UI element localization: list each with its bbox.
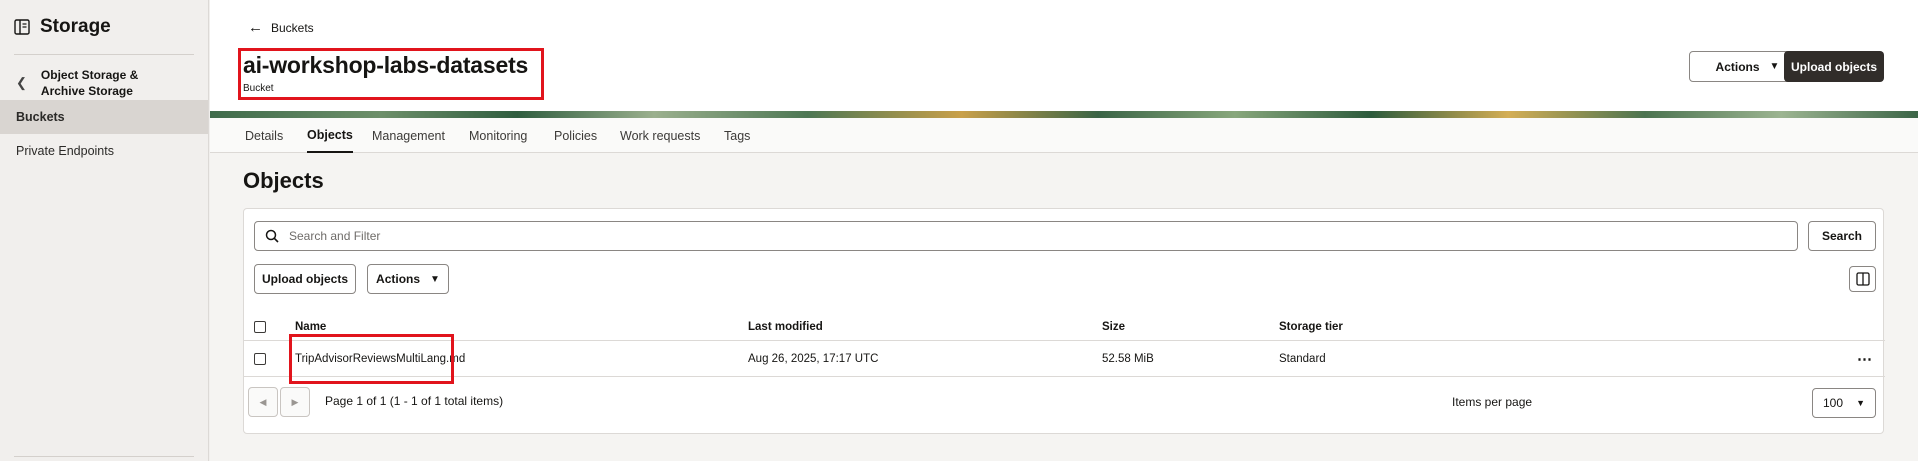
tab-policies[interactable]: Policies <box>554 118 597 153</box>
search-input[interactable]: Search and Filter <box>254 221 1798 251</box>
divider <box>14 54 194 55</box>
select-all-checkbox[interactable] <box>254 320 266 333</box>
search-button[interactable]: Search <box>1808 221 1876 251</box>
sidebar-back-link[interactable]: ❮ Object Storage & Archive Storage <box>16 67 181 99</box>
chevron-down-icon: ▼ <box>1856 398 1865 408</box>
objects-content: Objects Search and Filter Search Upload … <box>210 153 1918 461</box>
object-storage-tier: Standard <box>1279 352 1326 365</box>
tab-tags[interactable]: Tags <box>724 118 750 153</box>
sidebar-title: Storage <box>40 16 111 37</box>
column-header-storage-tier[interactable]: Storage tier <box>1279 313 1343 340</box>
upload-label: Upload objects <box>1790 59 1877 74</box>
next-page-button[interactable]: ▶ <box>280 387 310 417</box>
items-per-page-label: Items per page <box>1452 395 1533 409</box>
pagination-status: Page 1 of 1 (1 - 1 of 1 total items) <box>325 394 504 408</box>
sidebar-header: Storage <box>14 16 111 38</box>
page-header: ← Buckets ai-workshop-labs-datasets Buck… <box>210 0 1918 114</box>
table-footer: ◀ ▶ Page 1 of 1 (1 - 1 of 1 total items)… <box>244 377 1885 435</box>
columns-icon <box>1855 272 1870 286</box>
select-all-checkbox-cell <box>254 313 266 340</box>
breadcrumb-label: Buckets <box>271 20 314 35</box>
divider <box>14 456 194 457</box>
highlight-box <box>238 48 544 100</box>
chevron-left-icon: ❮ <box>16 75 27 90</box>
upload-label: Upload objects <box>261 272 348 286</box>
search-button-label: Search <box>1821 229 1863 243</box>
row-actions-menu-icon[interactable]: ⋯ <box>1857 341 1872 376</box>
chevron-down-icon: ▼ <box>430 273 440 285</box>
sidebar-item-buckets[interactable]: Buckets <box>0 100 208 134</box>
search-placeholder: Search and Filter <box>289 229 381 243</box>
actions-label: Actions <box>376 272 421 286</box>
sidebar-item-private-endpoints[interactable]: Private Endpoints <box>0 134 208 168</box>
items-per-page-value: 100 <box>1823 396 1844 410</box>
tab-work-requests[interactable]: Work requests <box>620 118 700 153</box>
tab-bar: Details Objects Management Monitoring Po… <box>210 118 1918 153</box>
tab-details[interactable]: Details <box>245 118 283 153</box>
sidebar-item-label: Private Endpoints <box>16 144 114 158</box>
previous-page-button[interactable]: ◀ <box>248 387 278 417</box>
main-area: ← Buckets ai-workshop-labs-datasets Buck… <box>210 0 1918 461</box>
items-per-page-select[interactable]: 100 ▼ <box>1812 388 1876 418</box>
breadcrumb-back-link[interactable]: ← Buckets <box>248 19 314 36</box>
tab-management[interactable]: Management <box>372 118 445 153</box>
row-checkbox-cell <box>254 341 266 376</box>
table-header: Name Last modified Size Storage tier <box>244 313 1885 341</box>
search-icon <box>265 229 279 243</box>
chevron-down-icon: ▼ <box>1769 61 1780 72</box>
table-row[interactable]: TripAdvisorReviewsMultiLang.md Aug 26, 2… <box>244 341 1885 377</box>
object-size: 52.58 MiB <box>1102 352 1154 365</box>
actions-button[interactable]: Actions ▼ <box>367 264 449 294</box>
decorative-banner <box>210 111 1918 118</box>
actions-label: Actions <box>1715 59 1760 74</box>
object-last-modified: Aug 26, 2025, 17:17 UTC <box>748 352 879 365</box>
sidebar-item-label: Buckets <box>16 110 65 124</box>
row-checkbox[interactable] <box>254 352 266 365</box>
upload-objects-button[interactable]: Upload objects <box>1784 51 1884 82</box>
objects-panel: Search and Filter Search Upload objects … <box>243 208 1885 435</box>
caret-left-icon: ◀ <box>259 396 267 407</box>
column-header-last-modified[interactable]: Last modified <box>748 313 823 340</box>
column-settings-button[interactable] <box>1849 266 1876 292</box>
tab-monitoring[interactable]: Monitoring <box>469 118 527 153</box>
arrow-left-icon: ← <box>248 19 263 36</box>
storage-icon <box>14 19 30 35</box>
section-heading: Objects <box>243 168 324 193</box>
caret-right-icon: ▶ <box>291 396 299 407</box>
column-header-size[interactable]: Size <box>1102 313 1125 340</box>
sidebar: Storage ❮ Object Storage & Archive Stora… <box>0 0 209 461</box>
upload-objects-button[interactable]: Upload objects <box>254 264 356 294</box>
tab-objects[interactable]: Objects <box>307 118 353 153</box>
sidebar-back-label: Object Storage & Archive Storage <box>40 68 139 98</box>
